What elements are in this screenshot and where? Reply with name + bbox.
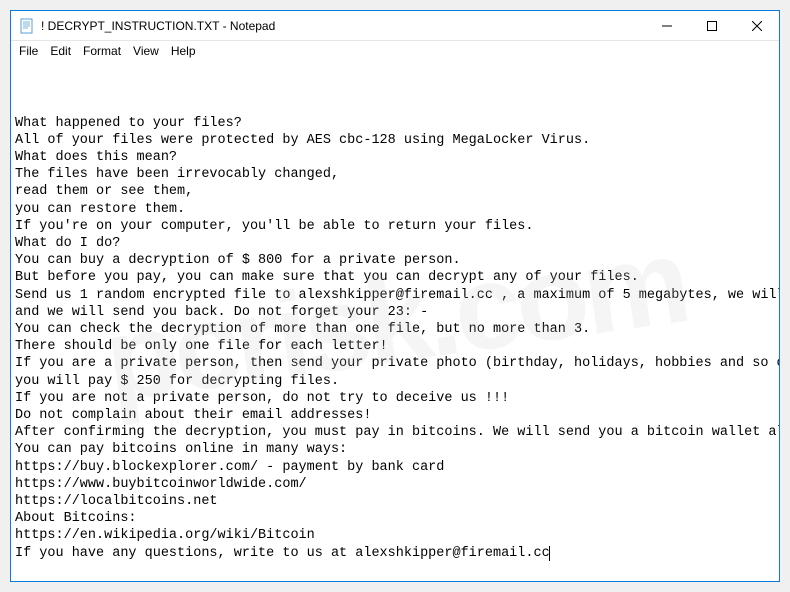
menu-help[interactable]: Help xyxy=(165,43,202,59)
text-line: read them or see them, xyxy=(15,183,775,200)
maximize-button[interactable] xyxy=(689,11,734,40)
menu-format[interactable]: Format xyxy=(77,43,127,59)
minimize-icon xyxy=(662,21,672,31)
menu-file[interactable]: File xyxy=(13,43,44,59)
text-line: Send us 1 random encrypted file to alexs… xyxy=(15,287,775,304)
text-line: Do not complain about their email addres… xyxy=(15,407,775,424)
text-line: You can pay bitcoins online in many ways… xyxy=(15,441,775,458)
window-controls xyxy=(644,11,779,40)
text-line: What do I do? xyxy=(15,235,775,252)
text-line: https://localbitcoins.net xyxy=(15,493,775,510)
close-icon xyxy=(752,21,762,31)
text-line: you can restore them. xyxy=(15,201,775,218)
text-line: You can check the decryption of more tha… xyxy=(15,321,775,338)
text-line: What does this mean? xyxy=(15,149,775,166)
titlebar[interactable]: ! DECRYPT_INSTRUCTION.TXT - Notepad xyxy=(11,11,779,41)
text-line: If you are not a private person, do not … xyxy=(15,390,775,407)
notepad-window: ! DECRYPT_INSTRUCTION.TXT - Notepad File… xyxy=(10,10,780,582)
text-line: https://buy.blockexplorer.com/ - payment… xyxy=(15,459,775,476)
text-line: But before you pay, you can make sure th… xyxy=(15,269,775,286)
text-line: About Bitcoins: xyxy=(15,510,775,527)
text-line: https://www.buybitcoinworldwide.com/ xyxy=(15,476,775,493)
text-area[interactable]: pcrisk.com What happened to your files?A… xyxy=(11,61,779,581)
text-line: If you're on your computer, you'll be ab… xyxy=(15,218,775,235)
text-line: The files have been irrevocably changed, xyxy=(15,166,775,183)
text-line: If you are a private person, then send y… xyxy=(15,355,775,372)
text-line: If you have any questions, write to us a… xyxy=(15,545,775,562)
notepad-app-icon xyxy=(19,18,35,34)
close-button[interactable] xyxy=(734,11,779,40)
text-line: What happened to your files? xyxy=(15,115,775,132)
text-line: All of your files were protected by AES … xyxy=(15,132,775,149)
text-line: After confirming the decryption, you mus… xyxy=(15,424,775,441)
maximize-icon xyxy=(707,21,717,31)
minimize-button[interactable] xyxy=(644,11,689,40)
menu-view[interactable]: View xyxy=(127,43,165,59)
menu-edit[interactable]: Edit xyxy=(44,43,77,59)
menubar: File Edit Format View Help xyxy=(11,41,779,61)
text-content: What happened to your files?All of your … xyxy=(15,115,775,562)
text-line: You can buy a decryption of $ 800 for a … xyxy=(15,252,775,269)
text-line: and we will send you back. Do not forget… xyxy=(15,304,775,321)
text-line: There should be only one file for each l… xyxy=(15,338,775,355)
text-line: https://en.wikipedia.org/wiki/Bitcoin xyxy=(15,527,775,544)
text-caret xyxy=(549,546,550,561)
window-title: ! DECRYPT_INSTRUCTION.TXT - Notepad xyxy=(41,19,644,33)
text-line: you will pay $ 250 for decrypting files. xyxy=(15,373,775,390)
